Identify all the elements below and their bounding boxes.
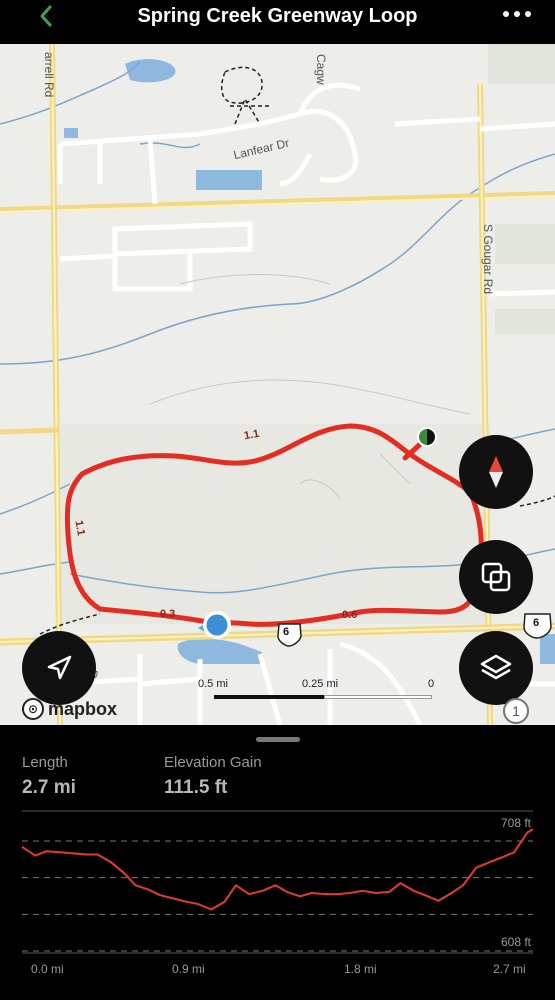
scale-label-left: 0.5 mi — [198, 678, 228, 690]
map-view-toggle-button[interactable] — [459, 540, 533, 614]
scale-label-mid: 0.25 mi — [302, 678, 339, 690]
page-title: Spring Creek Greenway Loop — [137, 5, 418, 27]
locate-me-button[interactable] — [22, 631, 96, 705]
map-view[interactable]: arrell Rd Cagw Lanfear Dr S Gougar Rd D … — [0, 44, 555, 725]
elevation-profile-chart[interactable]: 708 ft 608 ft 0.0 mi 0.9 mi 1.8 mi 2.7 m… — [0, 805, 555, 1000]
elevation-gain-label: Elevation Gain — [164, 754, 262, 771]
x-tick-label: 2.7 mi — [493, 962, 526, 976]
more-dots-icon — [503, 11, 531, 17]
x-tick-label: 0.0 mi — [31, 962, 64, 976]
stats-panel: Length 2.7 mi Elevation Gain 111.5 ft 70… — [0, 725, 555, 1000]
length-value: 2.7 mi — [22, 777, 76, 798]
elevation-gain-stat: Elevation Gain 111.5 ft — [164, 754, 262, 799]
highway-shield-6-right: 6 — [533, 617, 540, 629]
y-tick-label: 608 ft — [501, 935, 532, 949]
scale-bar-light — [324, 695, 432, 699]
chart-grid — [22, 840, 533, 952]
overlap-squares-icon — [481, 562, 511, 592]
map-scale-bar: 0.5 mi 0.25 mi 0 — [198, 678, 438, 708]
layers-button[interactable] — [459, 631, 533, 705]
mapbox-mark-icon: ⊙ — [22, 698, 44, 720]
layers-icon — [480, 654, 512, 680]
top-bar: Spring Creek Greenway Loop — [0, 0, 555, 44]
route-marker: 1.1 — [72, 519, 87, 537]
more-button[interactable] — [497, 2, 537, 26]
mapbox-logo-text: mapbox — [48, 698, 118, 719]
length-label: Length — [22, 754, 68, 771]
mapbox-logo: ⊙ mapbox — [22, 698, 117, 720]
route-marker: 0.3 — [160, 608, 176, 620]
street-label-cagwin: Cagw — [314, 54, 328, 85]
compass-button[interactable] — [459, 435, 533, 509]
route-marker: 0.6 — [342, 609, 358, 621]
street-label-gougar: S Gougar Rd — [481, 224, 495, 295]
chevron-left-icon — [40, 5, 52, 27]
scale-label-right: 0 — [428, 678, 435, 690]
compass-icon — [489, 456, 503, 488]
back-button[interactable] — [28, 0, 64, 32]
scale-bar-dark — [214, 695, 324, 699]
elevation-gain-value: 111.5 ft — [164, 777, 228, 798]
street-label-farrell: arrell Rd — [42, 52, 56, 98]
length-stat: Length 2.7 mi — [22, 754, 76, 799]
navigation-arrow-icon — [47, 655, 72, 680]
highway-shield-6: 6 — [283, 626, 290, 638]
x-tick-label: 1.8 mi — [344, 962, 377, 976]
drag-handle[interactable] — [256, 737, 300, 742]
attribution-button[interactable]: 1 — [503, 698, 529, 724]
x-tick-label: 0.9 mi — [172, 962, 205, 976]
y-tick-label: 708 ft — [501, 816, 532, 830]
